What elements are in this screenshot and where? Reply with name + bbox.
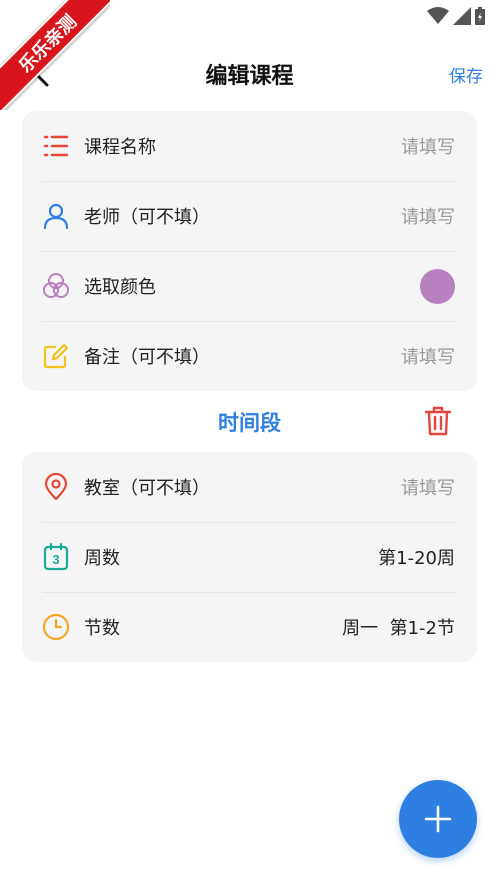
classroom-label: 教室（可不填） — [84, 478, 210, 499]
note-row[interactable]: 备注（可不填） 请填写 — [22, 321, 477, 391]
trash-icon — [425, 406, 451, 436]
weeks-row[interactable]: 3 周数 第1-20周 — [22, 522, 477, 592]
periods-label: 节数 — [84, 618, 120, 639]
periods-row[interactable]: 节数 周一 第1-2节 — [22, 592, 477, 662]
teacher-value: 请填写 — [401, 207, 455, 228]
classroom-row[interactable]: 教室（可不填） 请填写 — [22, 452, 477, 522]
note-value: 请填写 — [401, 347, 455, 368]
watermark-text: 乐乐亲测 — [0, 0, 110, 110]
color-palette-icon — [42, 272, 70, 300]
course-name-row[interactable]: 课程名称 请填写 — [22, 111, 477, 181]
list-icon — [42, 132, 70, 160]
periods-value: 周一 第1-2节 — [342, 618, 455, 639]
delete-time-button[interactable] — [423, 405, 453, 437]
color-row[interactable]: 选取颜色 — [22, 251, 477, 321]
course-name-value: 请填写 — [401, 137, 455, 158]
watermark-ribbon: 乐乐亲测 — [0, 0, 110, 110]
location-icon — [42, 473, 70, 501]
weeks-label: 周数 — [84, 548, 120, 569]
course-name-label: 课程名称 — [84, 137, 156, 158]
battery-icon — [475, 7, 485, 25]
add-time-button[interactable] — [399, 780, 477, 858]
clock-icon — [42, 613, 70, 641]
weeks-value: 第1-20周 — [378, 548, 455, 569]
time-section-header: 时间段 — [0, 395, 499, 447]
teacher-label: 老师（可不填） — [84, 207, 210, 228]
note-label: 备注（可不填） — [84, 347, 210, 368]
wifi-icon — [427, 7, 449, 24]
color-swatch[interactable] — [420, 268, 455, 304]
color-label: 选取颜色 — [84, 277, 156, 298]
calendar-icon: 3 — [42, 543, 70, 571]
person-icon — [42, 202, 70, 230]
course-info-card: 课程名称 请填写 老师（可不填） 请填写 选取颜色 备注（可不填） 请填写 — [22, 111, 477, 391]
teacher-row[interactable]: 老师（可不填） 请填写 — [22, 181, 477, 251]
save-button[interactable]: 保存 — [449, 62, 483, 87]
time-slot-card: 教室（可不填） 请填写 3 周数 第1-20周 节数 周一 第1-2节 — [22, 452, 477, 662]
plus-icon — [424, 805, 452, 833]
classroom-value: 请填写 — [401, 478, 455, 499]
edit-icon — [42, 342, 70, 370]
calendar-day: 3 — [52, 552, 59, 567]
signal-icon — [453, 7, 471, 25]
